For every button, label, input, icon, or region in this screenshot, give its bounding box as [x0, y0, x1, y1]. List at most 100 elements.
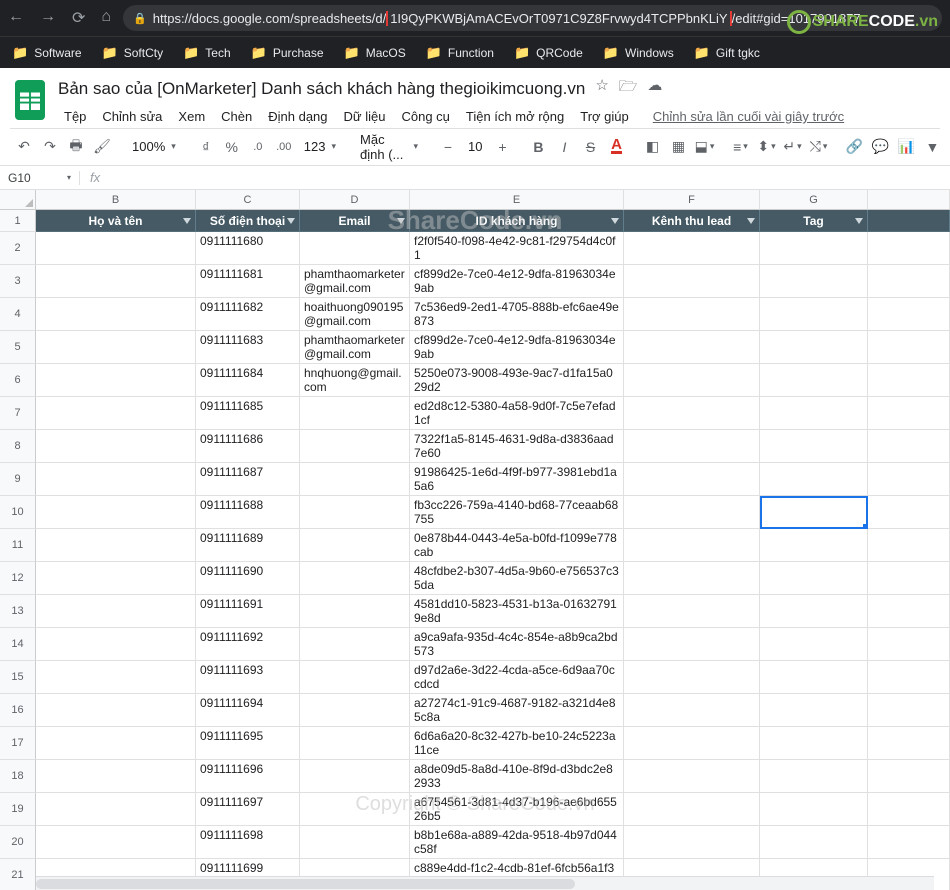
cell-tag[interactable] — [760, 595, 868, 628]
column-header[interactable]: E — [410, 190, 624, 210]
cloud-icon[interactable]: ☁ — [647, 76, 662, 101]
menu-item[interactable]: Trợ giúp — [574, 105, 635, 128]
cell-extra[interactable] — [868, 694, 950, 727]
filter-icon[interactable] — [611, 218, 619, 224]
cell-channel[interactable] — [624, 661, 760, 694]
cell-name[interactable] — [36, 628, 196, 661]
table-header-cell[interactable]: Tag — [760, 210, 868, 232]
fill-color-button[interactable]: ◧ — [640, 134, 664, 160]
cell-phone[interactable]: 0911111697 — [196, 793, 300, 826]
menu-item[interactable]: Xem — [172, 105, 211, 128]
cell-channel[interactable] — [624, 793, 760, 826]
cell-extra[interactable] — [868, 463, 950, 496]
cell-extra[interactable] — [868, 562, 950, 595]
reload-button[interactable]: ⟳ — [72, 8, 85, 28]
cell-extra[interactable] — [868, 298, 950, 331]
decrease-decimal-button[interactable]: .0 — [246, 134, 270, 160]
cell-email[interactable]: phamthaomarketer@gmail.com — [300, 265, 410, 298]
menu-item[interactable]: Tệp — [58, 105, 92, 128]
strike-button[interactable]: S — [578, 134, 602, 160]
borders-button[interactable]: ▦ — [666, 134, 690, 160]
bookmark-item[interactable]: 📁Purchase — [251, 45, 324, 61]
cell-tag[interactable] — [760, 364, 868, 397]
cell-email[interactable] — [300, 760, 410, 793]
cell-phone[interactable]: 0911111689 — [196, 529, 300, 562]
cell-id[interactable]: 91986425-1e6d-4f9f-b977-3981ebd1a5a6 — [410, 463, 624, 496]
cell-phone[interactable]: 0911111690 — [196, 562, 300, 595]
menu-item[interactable]: Định dạng — [262, 105, 333, 128]
cell-extra[interactable] — [868, 727, 950, 760]
bookmark-item[interactable]: 📁Gift tgkc — [694, 45, 760, 61]
cell-extra[interactable] — [868, 364, 950, 397]
sheets-logo-icon[interactable] — [12, 76, 48, 124]
cell-tag[interactable] — [760, 793, 868, 826]
cell-phone[interactable]: 0911111682 — [196, 298, 300, 331]
increase-decimal-button[interactable]: .00 — [272, 134, 296, 160]
cell-name[interactable] — [36, 562, 196, 595]
filter-button[interactable]: ▼ — [920, 134, 944, 160]
cell-phone[interactable]: 0911111693 — [196, 661, 300, 694]
decrease-font-button[interactable]: − — [436, 134, 460, 160]
cell-name[interactable] — [36, 265, 196, 298]
comment-button[interactable]: 💬 — [868, 134, 892, 160]
column-header[interactable]: G — [760, 190, 868, 210]
cell-tag[interactable] — [760, 430, 868, 463]
paint-format-button[interactable]: 🖌 — [90, 134, 114, 160]
cell-email[interactable] — [300, 793, 410, 826]
cell-email[interactable] — [300, 562, 410, 595]
cell-name[interactable] — [36, 727, 196, 760]
table-header-cell[interactable]: Email — [300, 210, 410, 232]
cell-email[interactable] — [300, 727, 410, 760]
cell-name[interactable] — [36, 232, 196, 265]
cell-channel[interactable] — [624, 826, 760, 859]
row-header[interactable]: 17 — [0, 727, 36, 760]
cell-channel[interactable] — [624, 595, 760, 628]
select-all-corner[interactable] — [0, 190, 36, 210]
bold-button[interactable]: B — [526, 134, 550, 160]
cell-channel[interactable] — [624, 331, 760, 364]
cell-id[interactable]: 48cfdbe2-b307-4d5a-9b60-e756537c35da — [410, 562, 624, 595]
filter-icon[interactable] — [287, 218, 295, 224]
row-header[interactable]: 4 — [0, 298, 36, 331]
cell-email[interactable]: phamthaomarketer@gmail.com — [300, 331, 410, 364]
cell-name[interactable] — [36, 529, 196, 562]
cell-channel[interactable] — [624, 760, 760, 793]
cell-tag[interactable] — [760, 562, 868, 595]
row-header[interactable]: 12 — [0, 562, 36, 595]
filter-icon[interactable] — [397, 218, 405, 224]
cell-extra[interactable] — [868, 265, 950, 298]
cell-tag[interactable] — [760, 628, 868, 661]
row-header[interactable]: 3 — [0, 265, 36, 298]
cell-extra[interactable] — [868, 331, 950, 364]
chart-button[interactable]: 📊 — [894, 134, 918, 160]
currency-button[interactable]: ₫ — [194, 134, 218, 160]
spreadsheet-grid[interactable]: BCDEFG1Họ và tênSố điện thoạiEmailID khá… — [0, 190, 950, 890]
table-header-cell[interactable]: Họ và tên — [36, 210, 196, 232]
redo-button[interactable]: ↷ — [38, 134, 62, 160]
cell-name[interactable] — [36, 793, 196, 826]
cell-phone[interactable]: 0911111680 — [196, 232, 300, 265]
name-box[interactable]: G10 — [0, 171, 80, 185]
cell-name[interactable] — [36, 496, 196, 529]
bookmark-item[interactable]: 📁SoftCty — [102, 45, 164, 61]
font-dropdown[interactable]: Mặc định (... — [354, 132, 424, 162]
cell-phone[interactable]: 0911111692 — [196, 628, 300, 661]
cell-phone[interactable]: 0911111686 — [196, 430, 300, 463]
cell-id[interactable]: a6754561-3d81-4d37-b196-ae6bd65526b5 — [410, 793, 624, 826]
cell-email[interactable] — [300, 463, 410, 496]
increase-font-button[interactable]: + — [490, 134, 514, 160]
cell-tag[interactable] — [760, 463, 868, 496]
undo-button[interactable]: ↶ — [12, 134, 36, 160]
cell-email[interactable] — [300, 694, 410, 727]
filter-icon[interactable] — [747, 218, 755, 224]
cell-extra[interactable] — [868, 397, 950, 430]
move-icon[interactable]: 🗁 — [619, 76, 638, 101]
cell-email[interactable] — [300, 496, 410, 529]
cell-phone[interactable]: 0911111695 — [196, 727, 300, 760]
cell-channel[interactable] — [624, 562, 760, 595]
cell-tag[interactable] — [760, 331, 868, 364]
cell-channel[interactable] — [624, 463, 760, 496]
cell-id[interactable]: ed2d8c12-5380-4a58-9d0f-7c5e7efad1cf — [410, 397, 624, 430]
bookmark-item[interactable]: 📁Software — [12, 45, 82, 61]
cell-name[interactable] — [36, 298, 196, 331]
